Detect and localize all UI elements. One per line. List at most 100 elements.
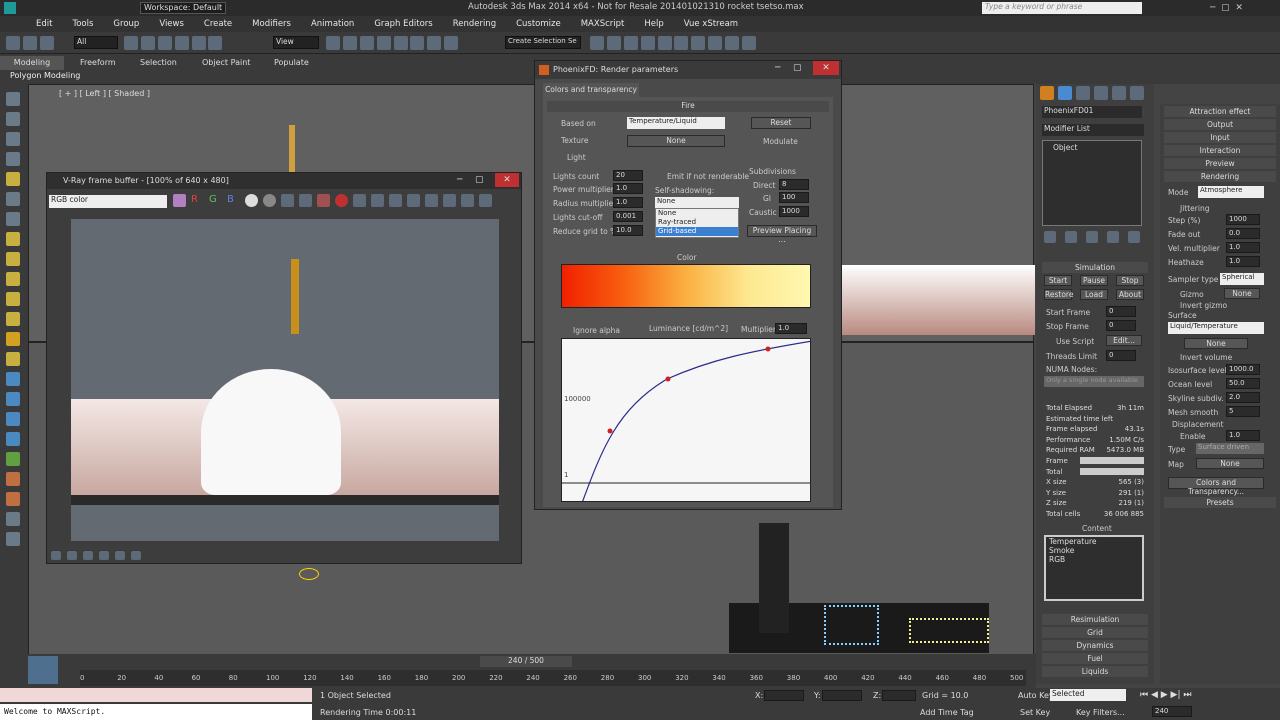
time-slider[interactable]: 240 / 500 <box>480 656 572 667</box>
app-logo-icon[interactable] <box>4 2 16 14</box>
content-item[interactable]: RGB <box>1046 555 1142 564</box>
section-input[interactable]: Input <box>1164 132 1276 143</box>
menu-item-graph-editors[interactable]: Graph Editors <box>374 19 432 29</box>
save-icon[interactable] <box>281 194 294 207</box>
motion-icon[interactable] <box>6 152 20 166</box>
create-tab-icon[interactable] <box>1040 86 1054 100</box>
vfb-channel-dropdown[interactable]: RGB color <box>49 195 167 208</box>
load-button[interactable]: Load <box>1080 289 1108 300</box>
menu-item-tools[interactable]: Tools <box>72 19 93 29</box>
vfb-bottom-icon-6[interactable] <box>131 551 141 560</box>
pause-button[interactable]: Pause <box>1080 275 1108 286</box>
map-button[interactable]: None <box>1196 458 1264 469</box>
menu-item-views[interactable]: Views <box>159 19 184 29</box>
ribbon-tab-object-paint[interactable]: Object Paint <box>202 58 250 67</box>
history-icon[interactable] <box>425 194 438 207</box>
key-selected-dropdown[interactable]: Selected <box>1050 689 1126 701</box>
ribbon-tab-populate[interactable]: Populate <box>274 58 309 67</box>
menu-item-create[interactable]: Create <box>204 19 232 29</box>
render-last-icon[interactable] <box>389 194 402 207</box>
presets-header[interactable]: Presets <box>1164 497 1276 508</box>
viewport-label[interactable]: [ + ] [ Left ] [ Shaded ] <box>59 89 150 98</box>
script-icon[interactable] <box>6 512 20 526</box>
remove-modifier-icon[interactable] <box>1107 231 1119 243</box>
menu-item-edit[interactable]: Edit <box>36 19 52 29</box>
material-editor-icon[interactable] <box>691 36 706 50</box>
correction-icon[interactable] <box>479 194 492 207</box>
select-manipulate-icon[interactable] <box>342 36 357 50</box>
box-icon[interactable] <box>6 232 20 246</box>
spacewarp-icon[interactable] <box>6 392 20 406</box>
cone-icon[interactable] <box>6 312 20 326</box>
modulate-checkbox[interactable]: Modulate <box>763 137 798 146</box>
grid-icon[interactable] <box>6 532 20 546</box>
mesh-smooth-field[interactable]: 5 <box>1226 406 1260 417</box>
stop-icon[interactable] <box>335 194 348 207</box>
region-icon[interactable] <box>371 194 384 207</box>
vfb-bottom-bar[interactable] <box>51 551 141 560</box>
angle-snap-icon[interactable] <box>393 36 408 50</box>
color-gradient[interactable] <box>561 264 811 308</box>
selection-filter-dropdown[interactable]: All <box>74 36 118 49</box>
self-shadow-option-raytraced[interactable]: Ray-traced <box>656 218 738 227</box>
about-button[interactable]: About <box>1116 289 1144 300</box>
maxscript-listener[interactable] <box>0 688 312 702</box>
system-icon[interactable] <box>6 412 20 426</box>
window-controls[interactable]: ─ ▢ ✕ <box>1210 3 1243 13</box>
power-mult-field[interactable]: 1.0 <box>613 183 643 194</box>
teapot-icon[interactable] <box>6 352 20 366</box>
fire-section-header[interactable]: Fire <box>547 101 829 112</box>
menu-item-animation[interactable]: Animation <box>311 19 354 29</box>
enable-checkbox[interactable]: Enable <box>1180 432 1206 441</box>
phoenix-close-button[interactable]: ✕ <box>813 61 839 75</box>
object-name-field[interactable]: PhoenixFD01 <box>1042 106 1142 118</box>
clear-icon[interactable] <box>317 194 330 207</box>
viewport-layout-icon[interactable] <box>28 656 58 684</box>
direct-field[interactable]: 8 <box>779 179 809 190</box>
stop-button[interactable]: Stop <box>1116 275 1144 286</box>
vfb-bottom-icon-1[interactable] <box>51 551 61 560</box>
timeline-ruler[interactable]: 0 20 40 60 80 100 120 140 160 180 200 220 240 260 280 3… <box>80 670 1026 686</box>
modifier-list-dropdown[interactable]: Modifier List <box>1042 124 1144 136</box>
self-shadow-option-none[interactable]: None <box>656 209 738 218</box>
start-button[interactable]: Start <box>1044 275 1072 286</box>
add-time-tag-button[interactable]: Add Time Tag <box>920 708 974 717</box>
menu-item-help[interactable]: Help <box>644 19 663 29</box>
vfb-bottom-icon-2[interactable] <box>67 551 77 560</box>
phoenix-min-button[interactable]: ─ <box>775 63 780 73</box>
vfb-close-button[interactable]: ✕ <box>495 173 519 187</box>
texture-button[interactable]: None <box>627 135 725 147</box>
mode-dropdown[interactable]: Atmosphere <box>1198 186 1264 198</box>
plant-icon[interactable] <box>6 452 20 466</box>
graphite-icon[interactable] <box>640 36 655 50</box>
based-on-dropdown[interactable]: Temperature/Liquid <box>627 117 725 129</box>
pin-stack-icon[interactable] <box>1044 231 1056 243</box>
self-shadow-option-gridbased[interactable]: Grid-based <box>656 227 738 236</box>
layer-icon[interactable] <box>623 36 638 50</box>
named-selection-dropdown[interactable]: Create Selection Se <box>505 36 581 49</box>
select-by-name-icon[interactable] <box>140 36 155 50</box>
menu-item-rendering[interactable]: Rendering <box>453 19 496 29</box>
hierarchy-icon[interactable] <box>6 132 20 146</box>
skyline-field[interactable]: 2.0 <box>1226 392 1260 403</box>
rect-select-icon[interactable] <box>157 36 172 50</box>
vfb-min-button[interactable]: ─ <box>457 175 462 185</box>
y-field[interactable] <box>822 690 862 701</box>
emit-checkbox[interactable]: Emit if not renderable <box>667 172 749 181</box>
section-rendering[interactable]: Rendering <box>1164 171 1276 182</box>
sphere-icon[interactable] <box>6 252 20 266</box>
toolbar-icons-left[interactable] <box>6 36 54 53</box>
light-icon[interactable] <box>6 172 20 186</box>
caustic-field[interactable]: 1000 <box>779 206 809 217</box>
keyboard-shortcut-icon[interactable] <box>359 36 374 50</box>
set-key-button[interactable]: Set Key <box>1020 708 1050 717</box>
snap-toggle-icon[interactable] <box>376 36 391 50</box>
reset-button[interactable]: Reset <box>751 117 811 129</box>
render-icon[interactable] <box>741 36 756 50</box>
rollout-grid[interactable]: Grid <box>1042 627 1148 638</box>
vel-field[interactable]: 1.0 <box>1226 242 1260 253</box>
vfb-max-button[interactable]: ▢ <box>475 175 484 185</box>
key-filters-button[interactable]: Key Filters... <box>1076 708 1125 717</box>
cutoff-field[interactable]: 0.001 <box>613 211 643 222</box>
vfb-bottom-icon-5[interactable] <box>115 551 125 560</box>
